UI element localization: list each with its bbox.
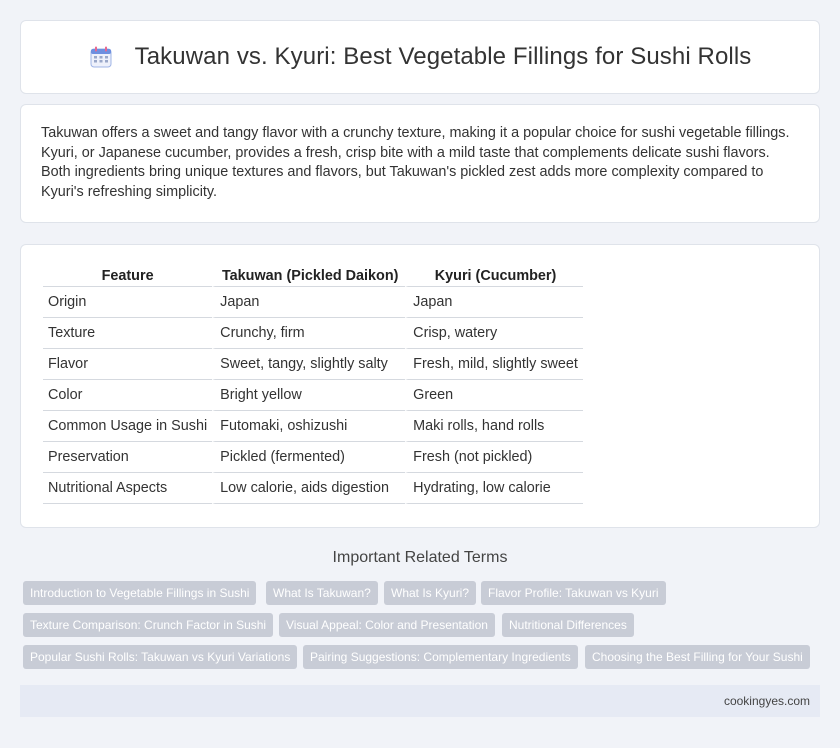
table-cell: Pickled (fermented) — [212, 442, 406, 473]
table-cell: Fresh (not pickled) — [405, 442, 583, 473]
table-row: Nutritional Aspects Low calorie, aids di… — [43, 473, 583, 504]
table-row: Texture Crunchy, firm Crisp, watery — [43, 318, 583, 349]
calendar-icon — [89, 45, 113, 69]
table-row: Color Bright yellow Green — [43, 380, 583, 411]
intro-text: Takuwan offers a sweet and tangy flavor … — [41, 125, 790, 200]
table-cell: Futomaki, oshizushi — [212, 411, 406, 442]
table-cell: Origin — [43, 287, 213, 318]
table-cell: Color — [43, 380, 213, 411]
table-cell: Crisp, watery — [405, 318, 583, 349]
header-card: Takuwan vs. Kyuri: Best Vegetable Fillin… — [20, 20, 820, 94]
footer-bar: cookingyes.com — [20, 685, 820, 717]
tag-choosing-best-filling[interactable]: Choosing the Best Filling for Your Sushi — [585, 645, 810, 669]
tag-what-is-kyuri[interactable]: What Is Kyuri? — [384, 581, 477, 605]
table-cell: Preservation — [43, 442, 213, 473]
tag-texture-comparison[interactable]: Texture Comparison: Crunch Factor in Sus… — [23, 613, 274, 637]
tag-flavor-profile[interactable]: Flavor Profile: Takuwan vs Kyuri — [481, 581, 666, 605]
column-header-kyuri: Kyuri (Cucumber) — [405, 265, 583, 287]
table-header-row: Feature Takuwan (Pickled Daikon) Kyuri (… — [43, 265, 583, 287]
table-cell: Low calorie, aids digestion — [212, 473, 406, 504]
table-cell: Green — [405, 380, 583, 411]
page-title: Takuwan vs. Kyuri: Best Vegetable Fillin… — [134, 43, 752, 70]
table-cell: Sweet, tangy, slightly salty — [212, 349, 406, 380]
table-row: Flavor Sweet, tangy, slightly salty Fres… — [43, 349, 583, 380]
table-cell: Nutritional Aspects — [43, 473, 213, 504]
table-cell: Hydrating, low calorie — [405, 473, 583, 504]
table-cell: Maki rolls, hand rolls — [405, 411, 583, 442]
table-cell: Crunchy, firm — [212, 318, 406, 349]
table-row: Origin Japan Japan — [43, 287, 583, 318]
table-cell: Flavor — [43, 349, 213, 380]
tag-what-is-takuwan[interactable]: What Is Takuwan? — [266, 581, 378, 605]
table-cell: Bright yellow — [212, 380, 406, 411]
table-cell: Texture — [43, 318, 213, 349]
table-cell: Common Usage in Sushi — [43, 411, 213, 442]
table-cell: Fresh, mild, slightly sweet — [405, 349, 583, 380]
table-cell: Japan — [405, 287, 583, 318]
table-cell: Japan — [212, 287, 406, 318]
tag-visual-appeal[interactable]: Visual Appeal: Color and Presentation — [279, 613, 495, 637]
column-header-feature: Feature — [43, 265, 213, 287]
footer-site-link[interactable]: cookingyes.com — [724, 694, 810, 708]
table-row: Preservation Pickled (fermented) Fresh (… — [43, 442, 583, 473]
comparison-table: Feature Takuwan (Pickled Daikon) Kyuri (… — [43, 265, 583, 504]
tag-nutritional-differences[interactable]: Nutritional Differences — [502, 613, 634, 637]
comparison-card: Feature Takuwan (Pickled Daikon) Kyuri (… — [20, 244, 820, 528]
table-row: Common Usage in Sushi Futomaki, oshizush… — [43, 411, 583, 442]
intro-card: Takuwan offers a sweet and tangy flavor … — [20, 104, 820, 223]
tag-popular-sushi-rolls[interactable]: Popular Sushi Rolls: Takuwan vs Kyuri Va… — [23, 645, 298, 669]
related-terms-title: Important Related Terms — [332, 549, 508, 566]
tag-pairing-suggestions[interactable]: Pairing Suggestions: Complementary Ingre… — [303, 645, 578, 669]
column-header-takuwan: Takuwan (Pickled Daikon) — [212, 265, 406, 287]
tag-intro-vegetable-fillings[interactable]: Introduction to Vegetable Fillings in Su… — [23, 581, 257, 605]
